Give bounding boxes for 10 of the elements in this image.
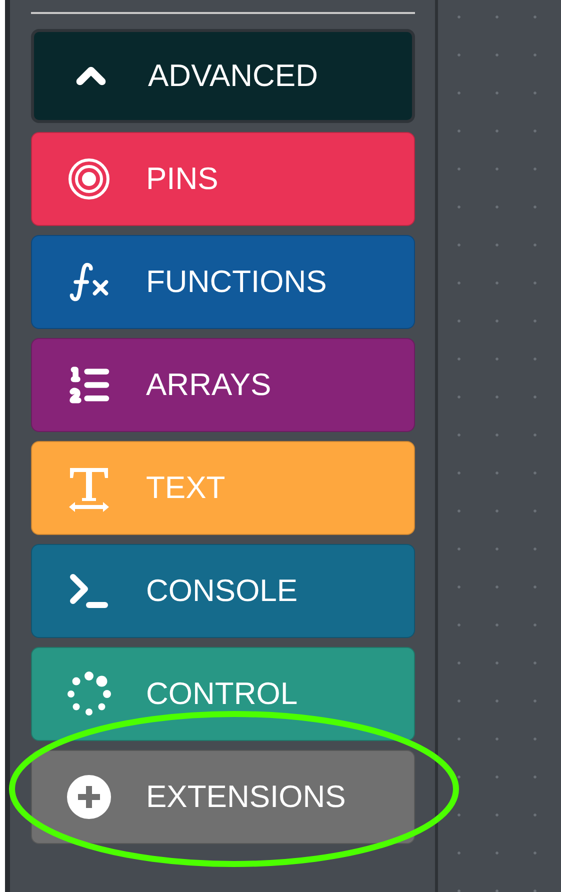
- category-button[interactable]: CONTROL: [31, 647, 415, 741]
- category-button[interactable]: EXTENSIONS: [31, 750, 415, 844]
- target-icon: [67, 157, 111, 201]
- category-button[interactable]: ADVANCED: [31, 29, 415, 123]
- category-button[interactable]: PINS: [31, 132, 415, 226]
- category-button[interactable]: CONSOLE: [31, 544, 415, 638]
- add-circle-icon: [67, 775, 111, 819]
- category-button[interactable]: ARRAYS: [31, 338, 415, 432]
- category-button[interactable]: FUNCTIONS: [31, 235, 415, 329]
- dotted-circle-icon: [65, 670, 113, 718]
